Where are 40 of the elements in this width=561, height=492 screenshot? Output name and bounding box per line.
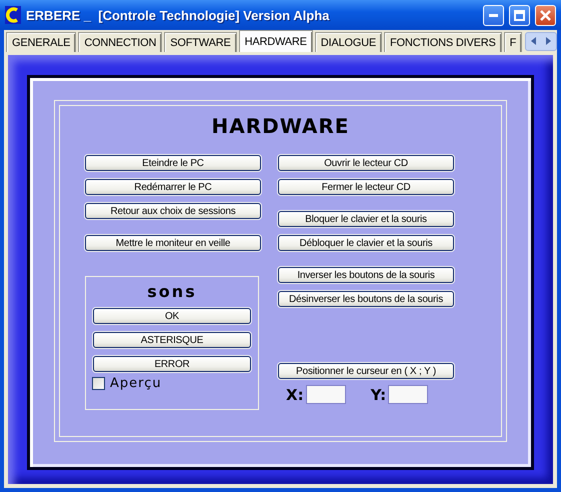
- group-title: sons: [147, 282, 197, 301]
- tab[interactable]: DIALOGUE: [314, 32, 382, 52]
- y-field[interactable]: [388, 385, 428, 404]
- action-button[interactable]: Inverser les boutons de la souris: [278, 267, 454, 283]
- action-button[interactable]: Débloquer le clavier et la souris: [278, 235, 454, 251]
- left-arrow-icon[interactable]: [530, 37, 536, 45]
- tab[interactable]: HARDWARE: [238, 30, 313, 52]
- action-button[interactable]: OK: [93, 308, 251, 324]
- y-label: Y:: [370, 386, 386, 404]
- section-heading: HARDWARE: [212, 114, 350, 138]
- action-button[interactable]: ASTERISQUE: [93, 332, 251, 348]
- tab-scroll-control[interactable]: [525, 32, 557, 50]
- action-button[interactable]: Bloquer le clavier et la souris: [278, 211, 454, 227]
- tab[interactable]: SOFTWARE: [164, 32, 237, 52]
- tab[interactable]: CONNECTION: [78, 32, 162, 52]
- x-field[interactable]: [306, 385, 346, 404]
- action-button[interactable]: Eteindre le PC: [85, 155, 261, 171]
- tab[interactable]: GENERALE: [6, 32, 76, 52]
- tab[interactable]: F: [504, 32, 522, 52]
- action-button[interactable]: Retour aux choix de sessions: [85, 203, 261, 219]
- checkbox-label: Aperçu: [110, 376, 162, 391]
- action-button[interactable]: Mettre le moniteur en veille: [85, 235, 261, 251]
- close-button[interactable]: [535, 4, 556, 26]
- action-button[interactable]: Ouvrir le lecteur CD: [278, 155, 454, 171]
- minimize-icon: [489, 14, 498, 16]
- preview-checkbox[interactable]: [92, 377, 105, 390]
- maximize-icon: [514, 10, 525, 20]
- app-icon: [5, 6, 21, 24]
- action-button[interactable]: Fermer le lecteur CD: [278, 179, 454, 195]
- action-button[interactable]: ERROR: [93, 356, 251, 372]
- maximize-button[interactable]: [509, 4, 530, 26]
- minimize-button[interactable]: [483, 4, 504, 26]
- window-title: ERBERE _ [Controle Technologie] Version Alpha: [26, 8, 330, 22]
- close-icon: [540, 10, 551, 20]
- action-button[interactable]: Désinverser les boutons de la souris: [278, 291, 454, 307]
- action-button[interactable]: Redémarrer le PC: [85, 179, 261, 195]
- action-button[interactable]: Positionner le curseur en ( X ; Y ): [278, 363, 454, 379]
- x-label: X:: [286, 386, 304, 404]
- tab[interactable]: FONCTIONS DIVERS: [384, 32, 502, 52]
- right-arrow-icon[interactable]: [546, 37, 552, 45]
